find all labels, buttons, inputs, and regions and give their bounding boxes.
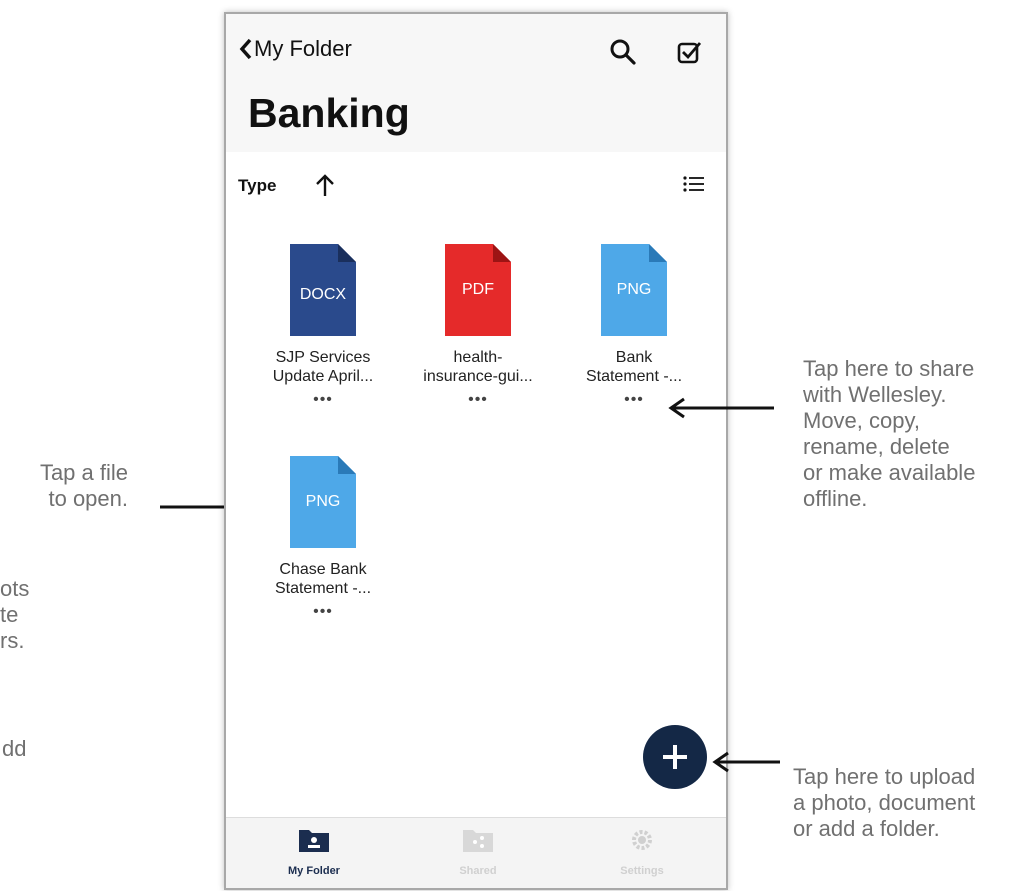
back-label: My Folder: [254, 36, 352, 61]
file-type-label: PNG: [617, 281, 652, 298]
sort-label[interactable]: Type: [238, 176, 276, 196]
back-button[interactable]: My Folder: [238, 36, 352, 62]
chevron-left-icon: [239, 38, 252, 60]
folder-user-icon: [299, 830, 329, 852]
png-file-icon: PNG: [601, 244, 667, 336]
annotation-line: with Wellesley.: [803, 382, 947, 407]
header: My Folder Banking: [226, 14, 726, 152]
cutoff-annotation-top: ots te rs.: [0, 576, 29, 654]
annotation-line: dd: [2, 736, 27, 761]
tab-bar: My Folder Shared Settings: [226, 817, 726, 888]
gear-icon: [632, 830, 652, 850]
file-name-line: SJP Services: [275, 349, 371, 366]
arrow-left-icon: [712, 751, 780, 773]
annotation-line: rs.: [0, 628, 25, 653]
page-title: Banking: [248, 90, 410, 136]
annotation-line: a photo, document: [793, 790, 976, 815]
annotation-line: Move, copy,: [803, 408, 920, 433]
tab-label: My Folder: [288, 865, 340, 877]
tab-label: Shared: [459, 865, 497, 877]
tab-label: Settings: [620, 865, 664, 877]
annotation-line: Tap here to upload: [793, 764, 976, 789]
annotation-line: or add a folder.: [793, 816, 940, 841]
checkbox-edit-icon: [677, 42, 702, 64]
file-name-line: health-: [453, 349, 503, 366]
file-name: Chase Bank Statement -...: [243, 560, 403, 598]
annotation-line: rename, delete: [803, 434, 950, 459]
annotation-line: Tap here to share: [803, 356, 975, 381]
tab-shared[interactable]: Shared: [418, 826, 538, 877]
search-icon: [610, 39, 636, 65]
file-name-line: insurance-gui...: [423, 368, 533, 385]
file-type-label: PNG: [306, 493, 341, 510]
file-type-label: DOCX: [300, 286, 347, 303]
file-item-docx[interactable]: DOCX SJP Services Update April... •••: [243, 244, 403, 408]
png-file-icon: PNG: [290, 456, 356, 548]
file-name-line: Update April...: [272, 368, 374, 385]
file-item-pdf[interactable]: PDF health- insurance-gui... •••: [398, 244, 558, 408]
file-name: health- insurance-gui...: [398, 348, 558, 386]
more-options-button[interactable]: •••: [308, 392, 338, 408]
add-button[interactable]: [643, 725, 707, 789]
file-name: SJP Services Update April...: [243, 348, 403, 386]
docx-file-icon: DOCX: [290, 244, 356, 336]
list-view-icon[interactable]: [682, 174, 706, 194]
plus-icon: [663, 745, 687, 769]
more-options-button[interactable]: •••: [619, 392, 649, 408]
tab-settings[interactable]: Settings: [582, 826, 702, 877]
file-type-label: PDF: [462, 281, 494, 298]
annotation-upload: Tap here to upload a photo, document or …: [793, 764, 975, 842]
file-name-line: Chase Bank: [279, 561, 367, 578]
more-options-button[interactable]: •••: [308, 604, 338, 620]
sort-bar: Type: [226, 164, 726, 204]
annotation-line: te: [0, 602, 19, 627]
shared-folder-icon: [463, 830, 493, 852]
annotation-line: ots: [0, 576, 30, 601]
search-button[interactable]: [609, 38, 637, 66]
file-name-line: Bank: [615, 349, 653, 366]
annotation-line: to open.: [48, 486, 128, 511]
select-button[interactable]: [676, 38, 704, 66]
more-options-button[interactable]: •••: [463, 392, 493, 408]
arrow-up-icon[interactable]: [314, 172, 336, 198]
file-name-line: Statement -...: [274, 580, 372, 597]
annotation-open-file: Tap a file to open.: [38, 460, 128, 512]
cutoff-annotation-bottom: dd: [2, 736, 26, 762]
pdf-file-icon: PDF: [445, 244, 511, 336]
phone-screen: My Folder Banking Type DOCX SJP Services…: [224, 12, 728, 890]
file-item-png[interactable]: PNG Bank Statement -... •••: [554, 244, 714, 408]
annotation-share: Tap here to share with Wellesley. Move, …: [803, 356, 975, 512]
file-name-line: Statement -...: [585, 368, 683, 385]
tab-my-folder[interactable]: My Folder: [254, 826, 374, 877]
annotation-line: Tap a file: [39, 460, 128, 485]
arrow-left-icon: [668, 397, 774, 419]
annotation-line: or make available: [803, 460, 976, 485]
annotation-line: offline.: [803, 486, 868, 511]
file-item-png-chase[interactable]: PNG Chase Bank Statement -... •••: [243, 456, 403, 620]
file-name: Bank Statement -...: [554, 348, 714, 386]
